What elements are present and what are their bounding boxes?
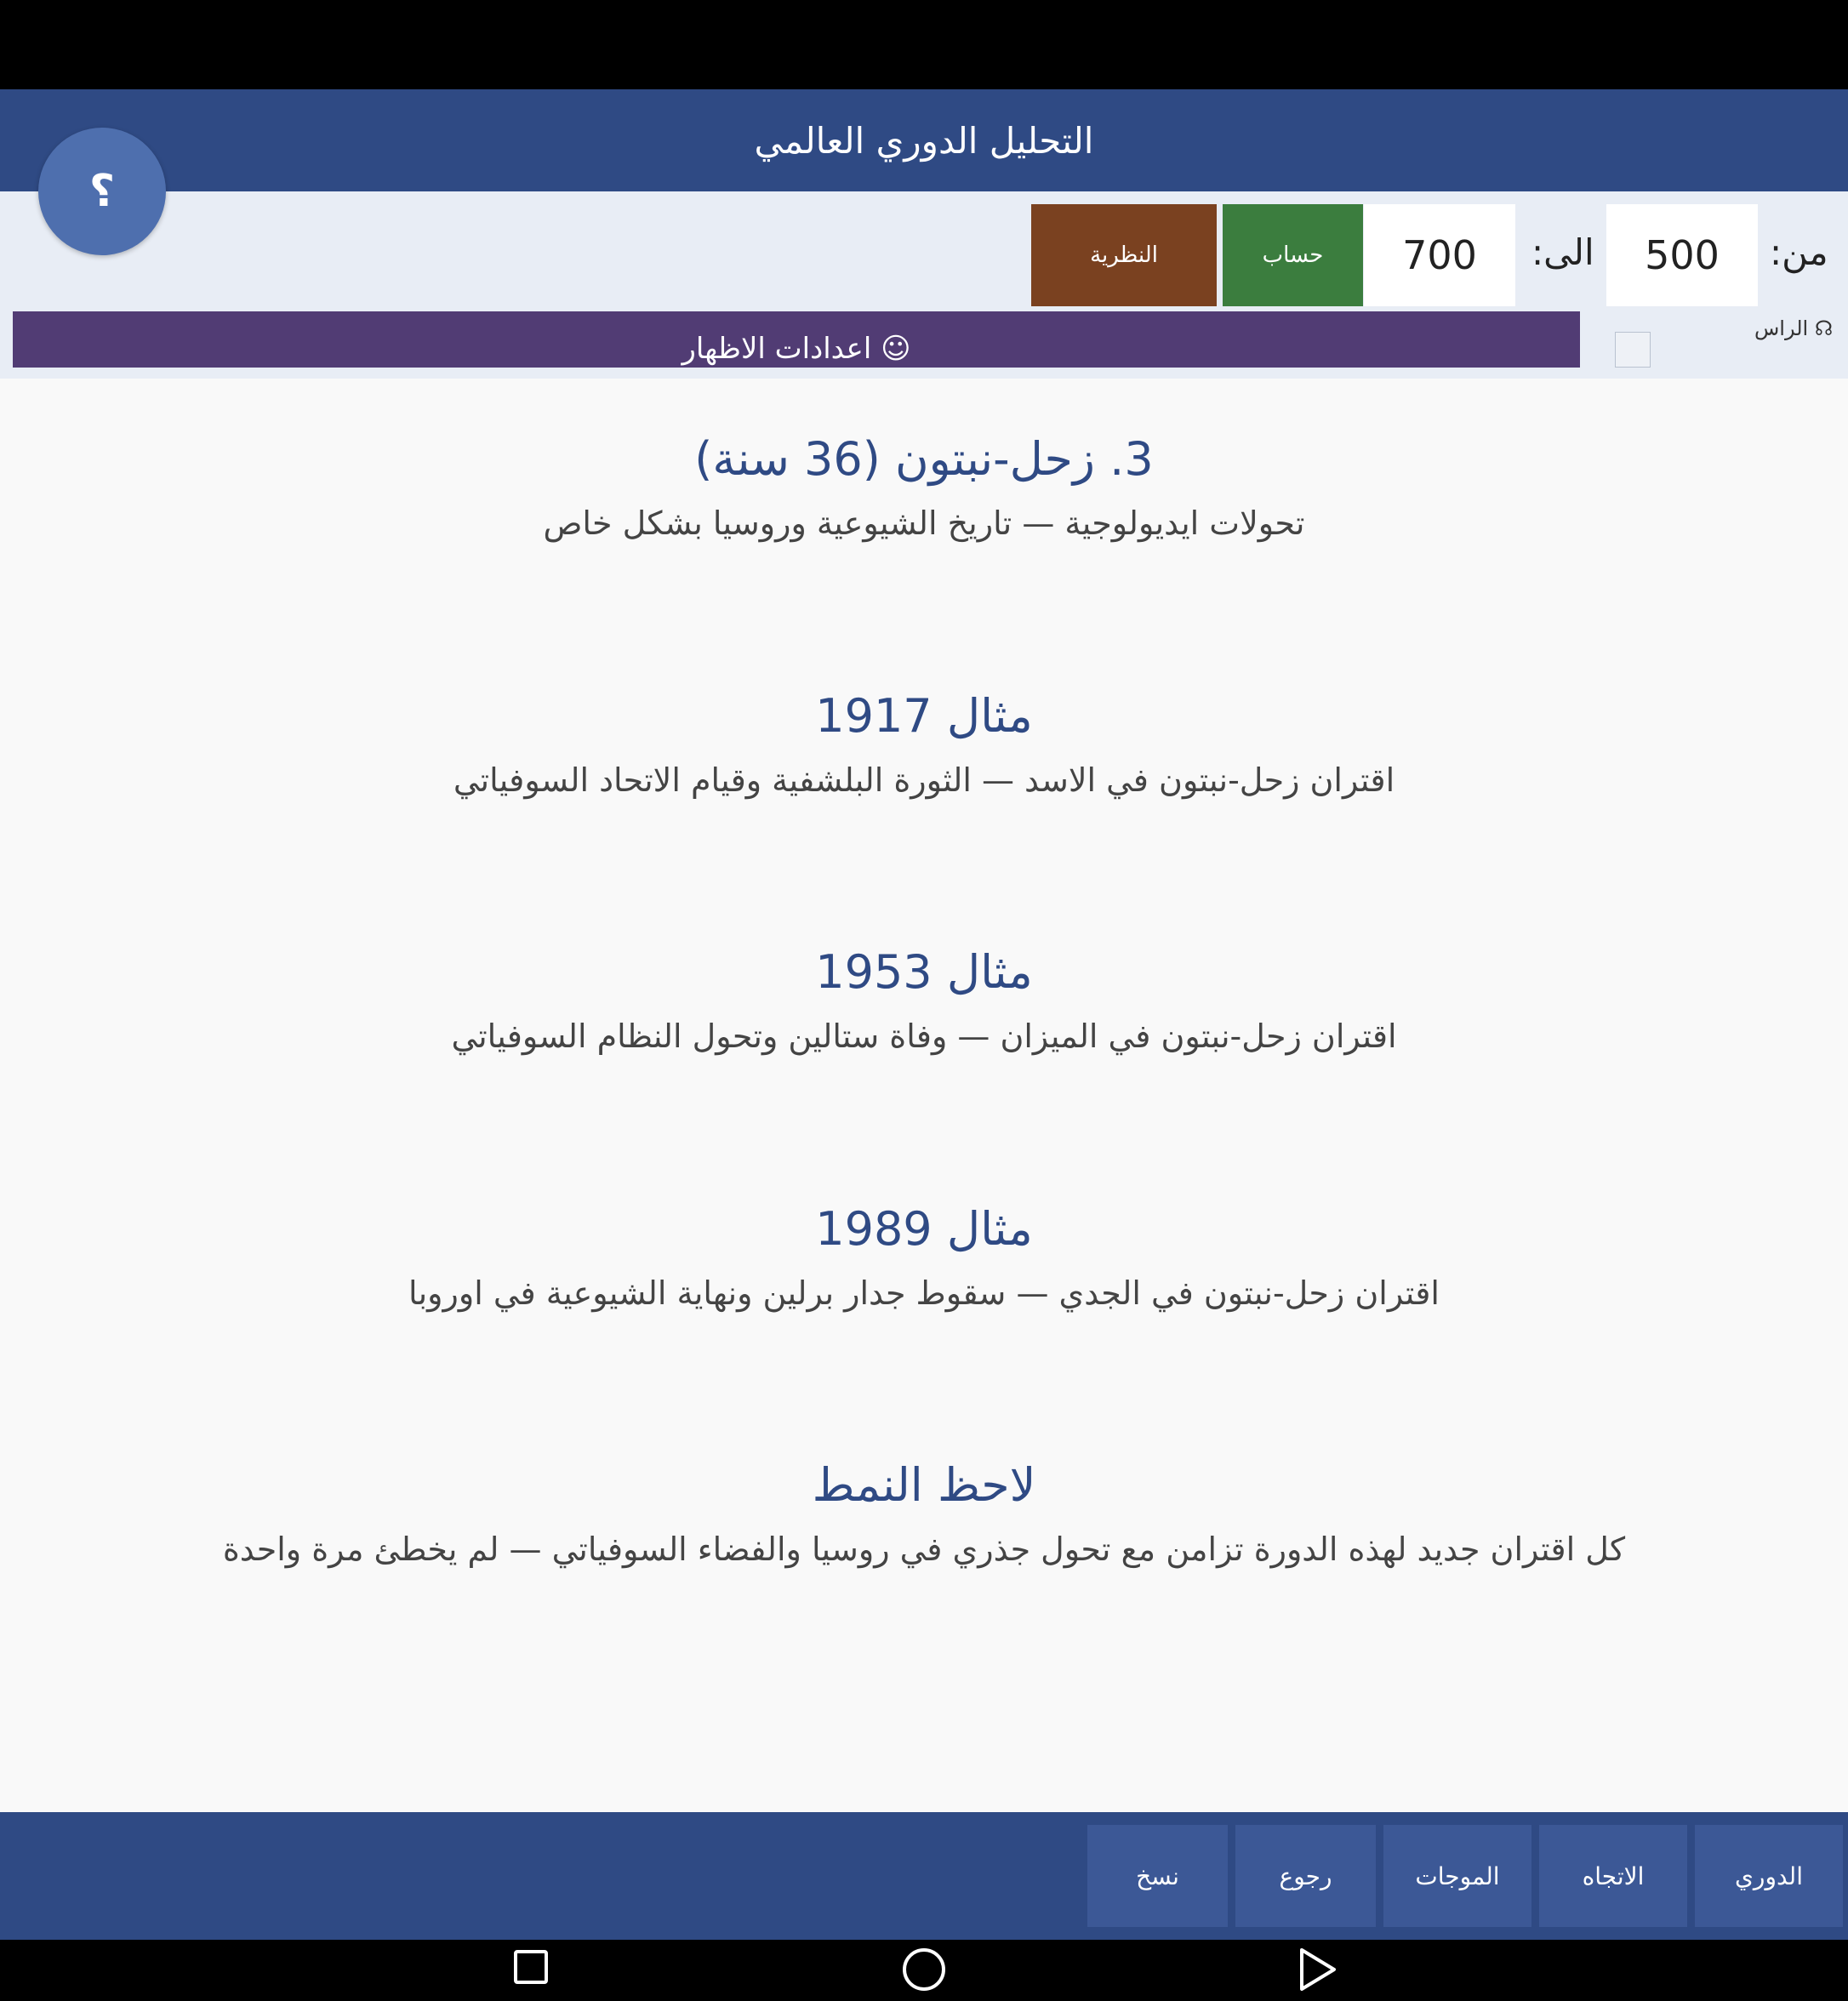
section-desc: اقتران زحل-نبتون في الميزان — وفاة ستالي… xyxy=(451,1018,1397,1055)
nav-copy-button[interactable]: نسخ xyxy=(1087,1825,1228,1927)
recents-icon[interactable] xyxy=(514,1950,548,1984)
section-notice-pattern: لاحظ النمط كل اقتران جديد لهذه الدورة تز… xyxy=(0,1451,1848,1579)
display-settings-banner[interactable]: ☺ اعدادات الاظهار xyxy=(13,311,1580,368)
section-example-1953: مثال 1953 اقتران زحل-نبتون في الميزان — … xyxy=(0,938,1848,1066)
section-desc: اقتران زحل-نبتون في الاسد — الثورة البلش… xyxy=(453,761,1395,799)
system-nav-bar xyxy=(0,1940,1848,2001)
nav-cyclic-button[interactable]: الدوري xyxy=(1695,1825,1843,1927)
app-header: التحليل الدوري العالمي xyxy=(0,89,1848,191)
theory-button[interactable]: النظرية xyxy=(1031,204,1217,306)
from-label: من: xyxy=(1770,231,1828,273)
page-title: التحليل الدوري العالمي xyxy=(754,119,1094,162)
section-desc: اقتران زحل-نبتون في الجدي — سقوط جدار بر… xyxy=(408,1274,1440,1312)
nav-waves-button[interactable]: الموجات xyxy=(1383,1825,1531,1927)
head-checkbox[interactable] xyxy=(1615,332,1651,368)
section-title: 3. زحل-نبتون (36 سنة) xyxy=(694,432,1154,486)
back-icon[interactable] xyxy=(1297,1947,1338,1992)
bottom-nav: الدوري الاتجاه الموجات رجوع نسخ xyxy=(0,1812,1848,1940)
status-bar xyxy=(0,0,1848,89)
help-button[interactable]: ؟ xyxy=(38,128,166,255)
section-saturn-neptune: 3. زحل-نبتون (36 سنة) تحولات ايديولوجية … xyxy=(0,425,1848,553)
home-icon[interactable] xyxy=(903,1948,945,1991)
display-settings-label: ☺ اعدادات الاظهار xyxy=(682,332,911,366)
to-year-input[interactable] xyxy=(1364,204,1515,306)
section-title: مثال 1917 xyxy=(815,689,1033,743)
section-title: مثال 1989 xyxy=(815,1202,1033,1256)
help-icon: ؟ xyxy=(88,166,116,217)
section-example-1917: مثال 1917 اقتران زحل-نبتون في الاسد — ال… xyxy=(0,682,1848,810)
calculate-button[interactable]: حساب xyxy=(1223,204,1363,306)
section-title: مثال 1953 xyxy=(815,945,1033,999)
head-label: ☊ الراس xyxy=(1754,316,1834,340)
from-year-input[interactable] xyxy=(1606,204,1758,306)
section-example-1989: مثال 1989 اقتران زحل-نبتون في الجدي — سق… xyxy=(0,1195,1848,1323)
nav-direction-button[interactable]: الاتجاه xyxy=(1539,1825,1687,1927)
section-title: لاحظ النمط xyxy=(812,1458,1036,1512)
section-desc: تحولات ايديولوجية — تاريخ الشيوعية وروسي… xyxy=(543,505,1305,542)
section-desc: كل اقتران جديد لهذه الدورة تزامن مع تحول… xyxy=(222,1531,1626,1568)
nav-back-button[interactable]: رجوع xyxy=(1235,1825,1376,1927)
content-area: 3. زحل-نبتون (36 سنة) تحولات ايديولوجية … xyxy=(0,379,1848,1812)
to-label: الى: xyxy=(1531,231,1594,273)
